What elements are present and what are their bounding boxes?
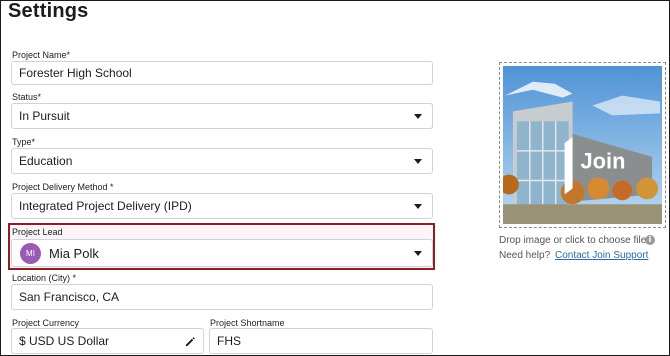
info-icon[interactable]: i bbox=[645, 235, 655, 245]
project-lead-value: Mia Polk bbox=[49, 245, 99, 261]
project-image: Join bbox=[503, 66, 662, 224]
type-select[interactable]: Education bbox=[11, 148, 433, 174]
currency-value: $ USD US Dollar bbox=[19, 334, 110, 348]
project-name-field[interactable]: Forester High School bbox=[11, 61, 433, 85]
avatar: MI bbox=[20, 242, 41, 264]
project-lead-select[interactable]: MI Mia Polk bbox=[11, 239, 433, 267]
join-watermark: Join bbox=[581, 149, 626, 174]
type-label: Type* bbox=[12, 137, 36, 147]
image-dropzone[interactable]: Join bbox=[499, 62, 666, 228]
shortname-value: FHS bbox=[217, 334, 241, 348]
status-select[interactable]: In Pursuit bbox=[11, 103, 433, 129]
chevron-down-icon bbox=[414, 250, 422, 256]
currency-label: Project Currency bbox=[12, 318, 80, 328]
location-value: San Francisco, CA bbox=[19, 290, 120, 304]
delivery-method-label: Project Delivery Method * bbox=[12, 182, 114, 192]
status-label: Status* bbox=[12, 92, 42, 102]
contact-support-link[interactable]: Contact Join Support bbox=[555, 250, 648, 261]
location-label: Location (City) * bbox=[12, 273, 77, 283]
location-field[interactable]: San Francisco, CA bbox=[11, 284, 433, 310]
pencil-icon[interactable] bbox=[185, 336, 196, 347]
type-value: Education bbox=[19, 154, 73, 168]
chevron-down-icon bbox=[414, 158, 422, 164]
project-name-label: Project Name* bbox=[12, 50, 71, 60]
project-name-value: Forester High School bbox=[19, 66, 132, 80]
delivery-method-value: Integrated Project Delivery (IPD) bbox=[19, 199, 192, 213]
need-help-text: Need help? bbox=[499, 250, 551, 261]
status-value: In Pursuit bbox=[19, 109, 70, 123]
shortname-label: Project Shortname bbox=[210, 318, 285, 328]
chevron-down-icon bbox=[414, 113, 422, 119]
drop-image-text[interactable]: Drop image or click to choose file bbox=[499, 235, 646, 246]
project-lead-label: Project Lead bbox=[12, 227, 63, 237]
currency-field[interactable]: $ USD US Dollar bbox=[11, 328, 204, 354]
shortname-field[interactable]: FHS bbox=[209, 328, 433, 354]
delivery-method-select[interactable]: Integrated Project Delivery (IPD) bbox=[11, 193, 433, 219]
chevron-down-icon bbox=[414, 203, 422, 209]
page-title: Settings bbox=[8, 0, 89, 22]
